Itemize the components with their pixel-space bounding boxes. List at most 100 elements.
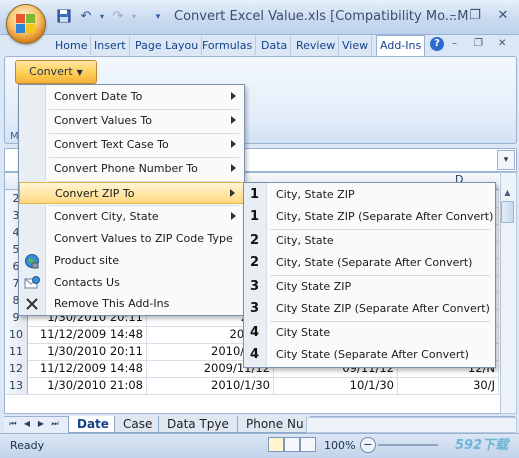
row-number[interactable]: 10 xyxy=(5,326,28,343)
submenu-item-city-state-nocomma-separate[interactable]: 4 City State (Separate After Convert) xyxy=(244,344,495,366)
globe-icon xyxy=(24,253,40,269)
menu-item-label: Convert Phone Number To xyxy=(54,162,198,175)
submenu-arrow-icon xyxy=(231,92,236,100)
zoom-out-icon[interactable]: − xyxy=(360,437,376,453)
submenu-item-number: 4 xyxy=(250,347,260,362)
cell-c[interactable]: 10/1/30 xyxy=(274,377,398,394)
horizontal-scrollbar[interactable] xyxy=(306,417,517,433)
submenu-arrow-icon xyxy=(230,189,235,197)
menu-item-remove-add-ins[interactable]: Remove This Add-Ins xyxy=(19,293,244,315)
expand-formula-bar-icon[interactable]: ▾ xyxy=(497,150,515,170)
vertical-scroll-thumb[interactable] xyxy=(501,201,514,223)
submenu-item-city-state-separate[interactable]: 2 City, State (Separate After Convert) xyxy=(244,252,495,274)
convert-button-label: Convert xyxy=(29,65,73,78)
submenu-arrow-icon xyxy=(231,212,236,220)
sheet-tab-phone-number[interactable]: Phone Nu xyxy=(237,416,311,433)
submenu-item-city-state[interactable]: 2 City, State xyxy=(244,230,495,252)
save-icon[interactable] xyxy=(56,9,72,25)
menu-item-label: Convert Date To xyxy=(54,90,143,103)
menu-item-convert-city-state[interactable]: Convert City, State xyxy=(19,206,244,228)
cell-a[interactable]: 11/12/2009 14:48 xyxy=(28,360,147,377)
submenu-arrow-icon xyxy=(231,140,236,148)
window-title: Convert Excel Value.xls [Compatibility M… xyxy=(174,9,469,24)
cell-a[interactable]: 11/12/2009 14:48 xyxy=(28,326,147,343)
status-text: Ready xyxy=(10,439,45,452)
row-number[interactable]: 13 xyxy=(5,377,28,394)
normal-view-icon[interactable] xyxy=(268,437,284,452)
convert-button[interactable]: Convert ▼ xyxy=(15,60,97,84)
redo-icon[interactable]: ↷ xyxy=(110,9,126,25)
sheet-tab-date[interactable]: Date xyxy=(68,416,118,433)
tab-formulas[interactable]: Formulas xyxy=(199,36,257,55)
menu-item-convert-to-zip-type[interactable]: Convert Values to ZIP Code Type xyxy=(19,228,244,250)
minimize-button[interactable]: – xyxy=(444,8,462,24)
menu-item-convert-values[interactable]: Convert Values To xyxy=(19,110,244,132)
submenu-item-number: 3 xyxy=(250,279,260,294)
submenu-arrow-icon xyxy=(231,116,236,124)
restore-button[interactable]: ❐ xyxy=(466,8,484,24)
menu-item-convert-zip[interactable]: Convert ZIP To xyxy=(19,182,244,204)
zip-submenu: 1 City, State ZIP 1 City, State ZIP (Sep… xyxy=(243,182,496,368)
menu-item-convert-text-case[interactable]: Convert Text Case To xyxy=(19,134,244,156)
submenu-item-city-state-nocomma[interactable]: 4 City State xyxy=(244,322,495,344)
tab-home[interactable]: Home xyxy=(52,36,92,55)
cell-d[interactable]: 30/J xyxy=(398,377,499,394)
submenu-item-number: 2 xyxy=(250,255,260,270)
submenu-item-city-state-zip-nocomma[interactable]: 3 City State ZIP xyxy=(244,276,495,298)
page-break-view-icon[interactable] xyxy=(300,437,316,452)
row-number[interactable]: 11 xyxy=(5,343,28,360)
submenu-item-label: City State (Separate After Convert) xyxy=(276,348,469,361)
first-sheet-icon[interactable]: ⏮ xyxy=(8,418,18,430)
submenu-item-label: City, State (Separate After Convert) xyxy=(276,256,473,269)
sheet-tab-case[interactable]: Case xyxy=(114,416,162,433)
sheet-tab-data-tpye[interactable]: Data Tpye xyxy=(158,416,238,433)
menu-item-label: Contacts Us xyxy=(54,276,120,289)
office-logo-icon xyxy=(16,14,36,34)
row-number[interactable]: 12 xyxy=(5,360,28,377)
close-button[interactable]: ✕ xyxy=(494,8,512,24)
table-row: 13 1/30/2010 21:08 2010/1/30 10/1/30 30/J xyxy=(5,377,499,395)
ribbon-close-button[interactable]: ✕ xyxy=(498,38,506,49)
menu-item-convert-date[interactable]: Convert Date To xyxy=(19,86,244,108)
ribbon-minimize-button[interactable]: – xyxy=(452,38,457,49)
tab-view[interactable]: View xyxy=(339,36,373,55)
prev-sheet-icon[interactable]: ◀ xyxy=(22,418,32,430)
submenu-item-city-state-zip[interactable]: 1 City, State ZIP xyxy=(244,184,495,206)
help-icon[interactable]: ? xyxy=(430,37,444,51)
scroll-up-icon[interactable]: ▲ xyxy=(501,186,514,200)
menu-item-contacts-us[interactable]: Contacts Us xyxy=(19,272,244,294)
office-button[interactable] xyxy=(6,4,46,44)
tab-review[interactable]: Review xyxy=(293,36,340,55)
submenu-item-label: City, State ZIP (Separate After Convert) xyxy=(276,210,494,223)
watermark-logo: 592下载 xyxy=(455,438,509,453)
menu-item-label: Product site xyxy=(54,254,120,267)
submenu-arrow-icon xyxy=(231,164,236,172)
submenu-item-number: 1 xyxy=(250,209,260,224)
next-sheet-icon[interactable]: ▶ xyxy=(36,418,46,430)
menu-item-convert-phone[interactable]: Convert Phone Number To xyxy=(19,158,244,180)
submenu-item-label: City State ZIP (Separate After Convert) xyxy=(276,302,490,315)
zoom-slider[interactable] xyxy=(378,444,438,446)
ribbon-restore-button[interactable]: ❐ xyxy=(474,38,483,49)
cell-a[interactable]: 1/30/2010 21:08 xyxy=(28,377,147,394)
tab-insert[interactable]: Insert xyxy=(91,36,130,55)
submenu-item-number: 2 xyxy=(250,233,260,248)
submenu-item-label: City State xyxy=(276,326,331,339)
submenu-item-city-state-zip-separate[interactable]: 1 City, State ZIP (Separate After Conver… xyxy=(244,206,495,228)
cell-a[interactable]: 1/30/2010 20:11 xyxy=(28,343,147,360)
tab-data[interactable]: Data xyxy=(258,36,292,55)
page-layout-view-icon[interactable] xyxy=(284,437,300,452)
tab-add-ins[interactable]: Add-Ins xyxy=(376,35,426,57)
menu-item-product-site[interactable]: Product site xyxy=(19,250,244,272)
undo-icon[interactable]: ↶ xyxy=(78,9,94,25)
tab-page-layout[interactable]: Page Layou xyxy=(132,36,203,55)
cell-b[interactable]: 2010/1/30 xyxy=(147,377,274,394)
zoom-level[interactable]: 100% xyxy=(324,439,355,452)
undo-dropdown-icon[interactable]: ▾ xyxy=(94,9,110,25)
status-bar xyxy=(0,433,519,458)
customize-qat-icon[interactable]: ▾ xyxy=(150,9,166,25)
redo-dropdown-icon[interactable]: ▾ xyxy=(126,9,142,25)
convert-menu: Convert Date To Convert Values To Conver… xyxy=(18,84,245,316)
submenu-item-city-state-zip-nocomma-separate[interactable]: 3 City State ZIP (Separate After Convert… xyxy=(244,298,495,320)
last-sheet-icon[interactable]: ⏭ xyxy=(50,418,60,430)
